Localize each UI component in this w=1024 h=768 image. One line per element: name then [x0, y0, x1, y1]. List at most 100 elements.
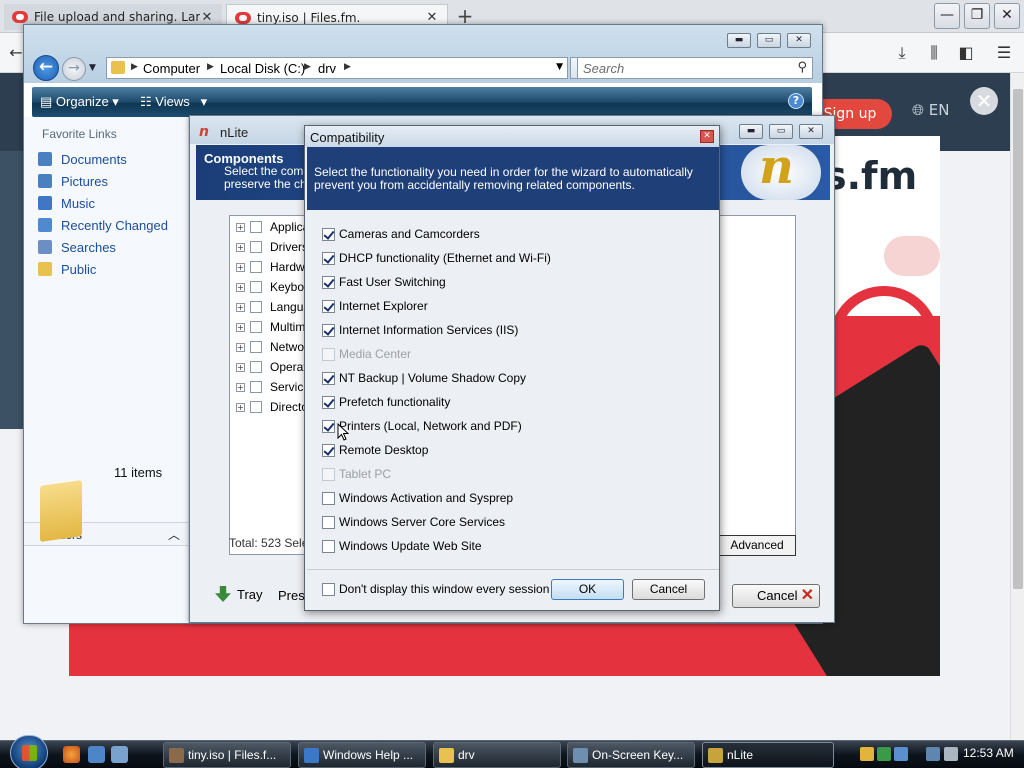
compat-option[interactable]: Printers (Local, Network and PDF) [322, 418, 522, 434]
expand-icon[interactable]: + [236, 382, 245, 392]
tree-item[interactable]: + Applica [236, 219, 309, 235]
security-shield-icon[interactable] [860, 747, 874, 761]
search-input[interactable] [578, 58, 788, 78]
tree-checkbox[interactable] [250, 261, 262, 273]
ok-button[interactable]: OK [551, 579, 624, 600]
expand-icon[interactable]: + [236, 222, 245, 232]
sidebar-item-public[interactable]: Public [38, 260, 96, 278]
expand-icon[interactable]: + [236, 262, 245, 272]
tree-checkbox[interactable] [250, 281, 262, 293]
cancel-button[interactable]: Cancel [632, 579, 705, 600]
page-scrollbar[interactable] [1010, 73, 1024, 740]
option-checkbox[interactable] [322, 323, 335, 337]
close-icon[interactable]: ✕ [200, 10, 214, 25]
compat-option[interactable]: Fast User Switching [322, 274, 446, 290]
tree-item[interactable]: + Multime [236, 319, 312, 335]
help-icon[interactable]: ? [788, 93, 804, 109]
tree-checkbox[interactable] [250, 381, 262, 393]
option-checkbox[interactable] [322, 299, 335, 313]
menu-icon[interactable]: ☰ [992, 41, 1016, 65]
library-icon[interactable]: ⫼ [922, 41, 946, 65]
option-checkbox[interactable] [322, 371, 335, 385]
expand-icon[interactable]: + [236, 322, 245, 332]
sync-icon[interactable] [894, 747, 908, 761]
display-icon[interactable] [926, 747, 940, 761]
chevron-right-icon[interactable]: ▶ [131, 62, 138, 72]
option-checkbox[interactable] [322, 443, 335, 457]
advanced-button[interactable]: Advanced [718, 535, 796, 556]
chevron-up-icon[interactable]: ︿ [168, 526, 180, 543]
option-checkbox[interactable] [322, 419, 335, 433]
option-checkbox[interactable] [322, 491, 335, 505]
address-bar[interactable]: ▶ Computer ▶ Local Disk (C:) ▶ drv ▶ ▼ [106, 57, 568, 79]
switch-windows-icon[interactable] [111, 746, 128, 763]
language-selector[interactable]: 🌐︎ EN [912, 101, 950, 119]
minimize-button[interactable]: — [934, 3, 960, 29]
expand-icon[interactable]: + [236, 342, 245, 352]
minimize-button[interactable]: ▬ [739, 124, 763, 139]
close-button[interactable]: ✕ [994, 3, 1020, 29]
maximize-button[interactable]: ▭ [769, 124, 793, 139]
tree-checkbox[interactable] [250, 401, 262, 413]
volume-muted-icon[interactable] [944, 747, 958, 761]
chevron-right-icon[interactable]: ▶ [304, 62, 311, 72]
tree-item[interactable]: + Langua [236, 299, 310, 315]
clock[interactable]: 12:53 AM [963, 746, 1014, 760]
tree-item[interactable]: + Netwo [236, 339, 304, 355]
search-icon[interactable]: ⚲ [797, 60, 807, 75]
sidebar-icon[interactable]: ◧ [954, 41, 978, 65]
tree-checkbox[interactable] [250, 301, 262, 313]
tree-item[interactable]: + Operat [236, 359, 307, 375]
dont-display-checkbox[interactable] [322, 582, 335, 596]
breadcrumb-drv[interactable]: drv [318, 61, 336, 76]
option-checkbox[interactable] [322, 395, 335, 409]
breadcrumb-computer[interactable]: Computer [143, 61, 200, 76]
compat-option[interactable]: Windows Activation and Sysprep [322, 490, 513, 506]
option-checkbox[interactable] [322, 227, 335, 241]
breadcrumb-local-disk[interactable]: Local Disk (C:) [220, 61, 305, 76]
compat-option[interactable]: Internet Information Services (IIS) [322, 322, 518, 338]
close-button[interactable]: ✕ [700, 130, 714, 143]
tree-item[interactable]: + Keybo [236, 279, 304, 295]
compat-option[interactable]: Cameras and Camcorders [322, 226, 480, 242]
network-icon[interactable] [877, 747, 891, 761]
expand-icon[interactable]: + [236, 242, 245, 252]
sidebar-item-recently-changed[interactable]: Recently Changed [38, 216, 168, 234]
show-desktop-icon[interactable] [88, 746, 105, 763]
option-checkbox[interactable] [322, 515, 335, 529]
restore-button[interactable]: ❐ [964, 3, 990, 29]
sidebar-item-music[interactable]: Music [38, 194, 95, 212]
tree-item[interactable]: + Service [236, 379, 310, 395]
expand-icon[interactable]: + [236, 302, 245, 312]
taskbar-button[interactable]: Windows Help ... [298, 742, 426, 768]
taskbar-button[interactable]: nLite [702, 742, 834, 768]
dont-display-option[interactable]: Don't display this window every session [322, 581, 549, 597]
expand-icon[interactable]: + [236, 362, 245, 372]
tree-item[interactable]: + Hardw [236, 259, 305, 275]
address-dropdown-icon[interactable]: ▼ [556, 62, 563, 72]
tree-checkbox[interactable] [250, 341, 262, 353]
tray-button[interactable]: Tray [215, 586, 263, 602]
taskbar-button[interactable]: drv [433, 742, 561, 768]
close-icon[interactable]: ✕ [970, 87, 998, 115]
chevron-right-icon[interactable]: ▶ [344, 62, 351, 72]
tree-checkbox[interactable] [250, 241, 262, 253]
forward-button[interactable]: → [62, 57, 86, 81]
tree-checkbox[interactable] [250, 221, 262, 233]
search-box[interactable]: ⚲ [577, 57, 813, 79]
chevron-right-icon[interactable]: ▶ [207, 62, 214, 72]
views-button[interactable]: ☷ Views ▾ [140, 94, 207, 110]
compat-option[interactable]: Windows Server Core Services [322, 514, 505, 530]
option-checkbox[interactable] [322, 251, 335, 265]
sidebar-item-searches[interactable]: Searches [38, 238, 116, 256]
recent-pages-dropdown[interactable]: ▼ [89, 63, 96, 73]
back-button[interactable]: ← [33, 55, 59, 81]
close-button[interactable]: ✕ [787, 33, 811, 48]
taskbar-button[interactable]: tiny.iso | Files.f... [163, 742, 291, 768]
compat-option[interactable]: Windows Update Web Site [322, 538, 482, 554]
tree-checkbox[interactable] [250, 361, 262, 373]
expand-icon[interactable]: + [236, 402, 245, 412]
compat-option[interactable]: DHCP functionality (Ethernet and Wi-Fi) [322, 250, 551, 266]
tree-item[interactable]: + Drivers [236, 239, 308, 255]
maximize-button[interactable]: ▭ [757, 33, 781, 48]
